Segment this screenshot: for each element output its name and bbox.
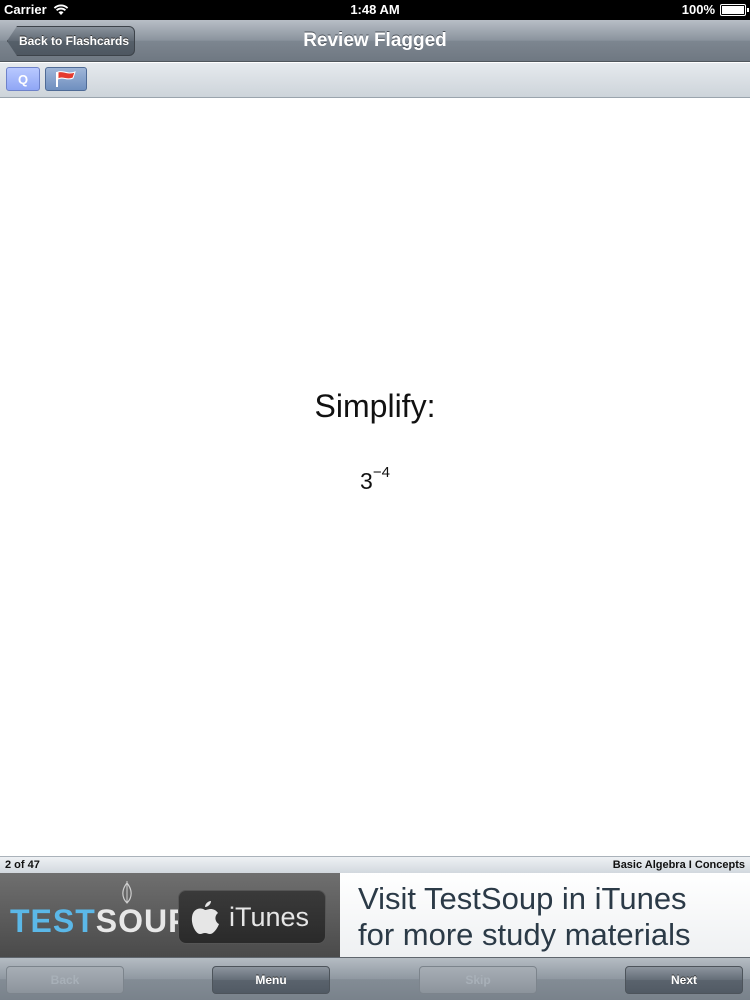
clock: 1:48 AM — [350, 2, 400, 17]
apple-icon — [191, 901, 219, 934]
skip-button[interactable]: Skip — [419, 966, 537, 994]
flag-icon — [56, 71, 76, 87]
question-side-button[interactable]: Q — [6, 67, 40, 91]
ad-logo-panel: TESTSOUP iTunes — [0, 873, 340, 957]
flashcard[interactable]: Simplify: 3−4 — [0, 98, 750, 856]
deck-name: Basic Algebra I Concepts — [612, 859, 745, 871]
back-button[interactable]: Back — [6, 966, 124, 994]
flag-button[interactable] — [45, 67, 87, 91]
card-position: 2 of 47 — [5, 859, 40, 871]
logo-soup: SOUP — [95, 903, 191, 939]
menu-button[interactable]: Menu — [212, 966, 330, 994]
card-expression: 3−4 — [0, 464, 750, 495]
battery-percent: 100% — [681, 2, 715, 17]
card-info-strip: 2 of 47 Basic Algebra I Concepts — [0, 856, 750, 873]
expression-base: 3 — [360, 468, 373, 494]
itunes-badge: iTunes — [178, 890, 326, 944]
page-title: Review Flagged — [303, 30, 447, 51]
battery-icon — [720, 3, 749, 16]
logo-test: TEST — [10, 903, 96, 939]
status-right: 100% — [681, 2, 749, 17]
card-toolbar: Q — [0, 63, 750, 98]
leaf-icon — [122, 881, 132, 904]
card-prompt: Simplify: — [314, 388, 436, 424]
expression-exponent: −4 — [372, 464, 390, 481]
next-button[interactable]: Next — [625, 966, 743, 994]
ad-line-1: Visit TestSoup in iTunes — [358, 881, 687, 916]
bottom-toolbar: Back Menu Skip Next — [0, 957, 750, 1000]
status-bar: Carrier 1:48 AM 100% — [0, 0, 750, 20]
itunes-label: iTunes — [229, 901, 310, 932]
testsoup-logo: TESTSOUP — [10, 903, 190, 940]
navigation-bar: Back to Flashcards Review Flagged — [0, 20, 750, 62]
ad-text-panel: Visit TestSoup in iTunes for more study … — [340, 873, 750, 957]
ad-line-2: for more study materials — [358, 917, 691, 952]
ad-banner[interactable]: TESTSOUP iTunes Visit TestSoup in iTunes… — [0, 873, 750, 957]
